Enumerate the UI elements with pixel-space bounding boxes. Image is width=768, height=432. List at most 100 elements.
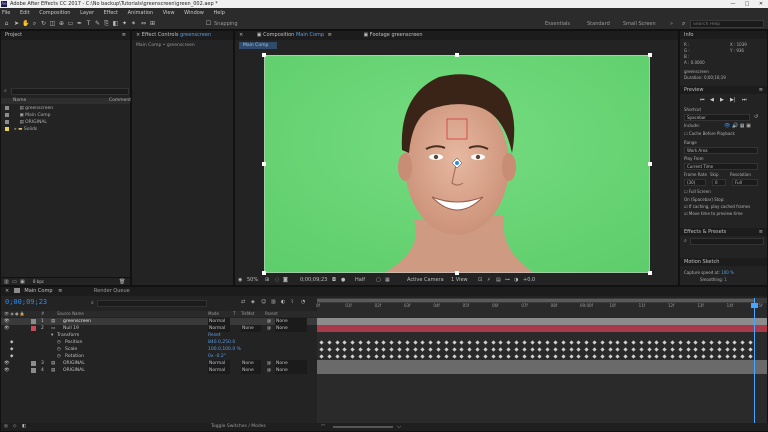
overlays-toggle-icon[interactable]: ▦	[740, 123, 745, 129]
transform-handle[interactable]	[262, 271, 266, 275]
parent-dropdown[interactable]: None	[275, 325, 307, 332]
keyframe[interactable]	[592, 354, 597, 359]
keyframe[interactable]	[366, 347, 371, 352]
keyframe[interactable]	[631, 340, 636, 345]
menu-view[interactable]: View	[163, 10, 175, 16]
keyframe[interactable]	[576, 347, 582, 352]
keyframe[interactable]	[506, 347, 511, 352]
transform-handle[interactable]	[648, 162, 652, 166]
frame-blending-icon[interactable]: ▥	[271, 299, 276, 305]
shy-layers-icon[interactable]: ☺	[261, 299, 266, 305]
current-time-indicator[interactable]	[754, 298, 755, 431]
keyframe[interactable]	[373, 354, 379, 359]
keyframe[interactable]	[420, 340, 426, 345]
previous-frame-icon[interactable]: ◀	[710, 97, 714, 103]
keyframe[interactable]	[436, 340, 441, 345]
transform-handle[interactable]	[648, 271, 652, 275]
keyframe[interactable]	[350, 354, 355, 359]
mode-dropdown[interactable]: Normal	[208, 367, 230, 374]
list-item[interactable]: ▸ ▬ Solids	[1, 126, 130, 133]
resolution-dropdown[interactable]: Half	[355, 277, 365, 283]
keyframe[interactable]	[412, 354, 418, 359]
column-comment[interactable]: Comment	[109, 98, 131, 104]
keyframe[interactable]	[600, 354, 605, 359]
transform-group[interactable]: ▾ Transform Reset	[1, 332, 317, 339]
scale-property[interactable]: ◆ ◷ Scale 100.0,100.0 %	[1, 346, 317, 353]
pick-whip-icon[interactable]: @	[265, 325, 273, 332]
video-toggle-icon[interactable]: 👁	[724, 123, 730, 129]
keyframe[interactable]	[646, 347, 652, 352]
keyframe[interactable]	[327, 354, 332, 359]
play-from-dropdown[interactable]: Current Time	[684, 163, 758, 170]
close-icon[interactable]: ×	[136, 32, 140, 38]
keyframe[interactable]	[709, 347, 714, 352]
keyframe[interactable]	[607, 354, 613, 359]
keyframe[interactable]	[717, 340, 722, 345]
rotate-tool-icon[interactable]: ↻	[40, 20, 47, 27]
comp-mini-flowchart-icon[interactable]: ⇄	[241, 299, 245, 305]
visibility-icon[interactable]: 👁	[4, 325, 10, 332]
keyframe[interactable]	[475, 354, 480, 359]
menu-animation[interactable]: Animation	[128, 10, 154, 16]
keyframe[interactable]	[428, 347, 433, 352]
composition-tab-label[interactable]: Composition	[263, 32, 294, 38]
list-item[interactable]: ▤ greenscreen	[1, 105, 130, 112]
keyframe[interactable]	[475, 340, 480, 345]
camera-tool-icon[interactable]: ◫	[49, 20, 56, 27]
keyframe[interactable]	[529, 347, 535, 352]
keyframe[interactable]	[428, 354, 433, 359]
puppet-tool-icon[interactable]: ✶	[130, 20, 137, 27]
footage-tab[interactable]: Footage greenscreen	[370, 32, 423, 38]
keyframe[interactable]	[490, 340, 496, 345]
lock-icon[interactable]: ▣	[363, 32, 368, 38]
keyframe[interactable]	[506, 340, 511, 345]
keyframe[interactable]	[685, 354, 691, 359]
keyframe[interactable]	[553, 354, 558, 359]
composition-viewer[interactable]	[264, 55, 650, 273]
keyframe[interactable]	[639, 340, 644, 345]
effects-search-input[interactable]	[690, 238, 764, 245]
align-icon[interactable]: ⇔	[140, 20, 147, 27]
resolution-dropdown[interactable]: Full	[732, 179, 758, 186]
keyframe[interactable]	[444, 347, 449, 352]
motion-blur-icon[interactable]: ◐	[281, 299, 285, 305]
smoothing-value[interactable]: 1	[724, 277, 727, 282]
mode-dropdown[interactable]: Normal	[208, 318, 230, 325]
keyframe[interactable]	[451, 340, 457, 345]
stopwatch-icon[interactable]: ◷	[57, 346, 61, 353]
keyframe[interactable]	[327, 340, 332, 345]
transform-handle[interactable]	[455, 53, 459, 57]
keyframe[interactable]	[467, 340, 472, 345]
keyframe[interactable]	[623, 354, 628, 359]
shortcut-dropdown[interactable]: Spacebar	[684, 114, 750, 121]
brush-tool-icon[interactable]: ✎	[94, 20, 101, 27]
keyframe[interactable]	[358, 347, 363, 352]
layer-name[interactable]: Null 19	[63, 325, 79, 332]
layer-bar-greenscreen[interactable]	[317, 318, 767, 325]
selection-tool-icon[interactable]: ➤	[13, 20, 20, 27]
keyframe[interactable]	[381, 347, 387, 352]
keyframe[interactable]	[490, 347, 496, 352]
transform-handle[interactable]	[648, 53, 652, 57]
pan-behind-tool-icon[interactable]: ⊕	[58, 20, 65, 27]
capture-speed-value[interactable]: 100 %	[721, 270, 734, 275]
graph-editor-icon[interactable]: ⌇	[291, 299, 293, 305]
skip-dropdown[interactable]: 0	[712, 179, 726, 186]
keyframe[interactable]	[389, 340, 394, 345]
close-icon[interactable]: ×	[239, 32, 243, 38]
menu-window[interactable]: Window	[184, 10, 204, 16]
keyframe[interactable]	[607, 347, 613, 352]
keyframe[interactable]	[607, 340, 613, 345]
keyframe[interactable]	[631, 354, 636, 359]
table-row[interactable]: 👁 1 ▤ greenscreen Normal @ None	[1, 318, 317, 325]
keyframe[interactable]	[428, 340, 433, 345]
keyframe[interactable]	[545, 347, 550, 352]
full-screen-row[interactable]: ☐ Full Screen	[680, 189, 767, 195]
keyframe[interactable]	[483, 340, 488, 345]
mask-visibility-icon[interactable]: ◌	[275, 277, 279, 283]
workspace-menu-icon[interactable]: »	[670, 20, 673, 28]
trkmat-dropdown[interactable]: None	[241, 360, 261, 367]
first-frame-icon[interactable]: ⏮	[700, 97, 705, 103]
menu-layer[interactable]: Layer	[80, 10, 94, 16]
zoom-out-icon[interactable]: ◠	[321, 423, 325, 431]
